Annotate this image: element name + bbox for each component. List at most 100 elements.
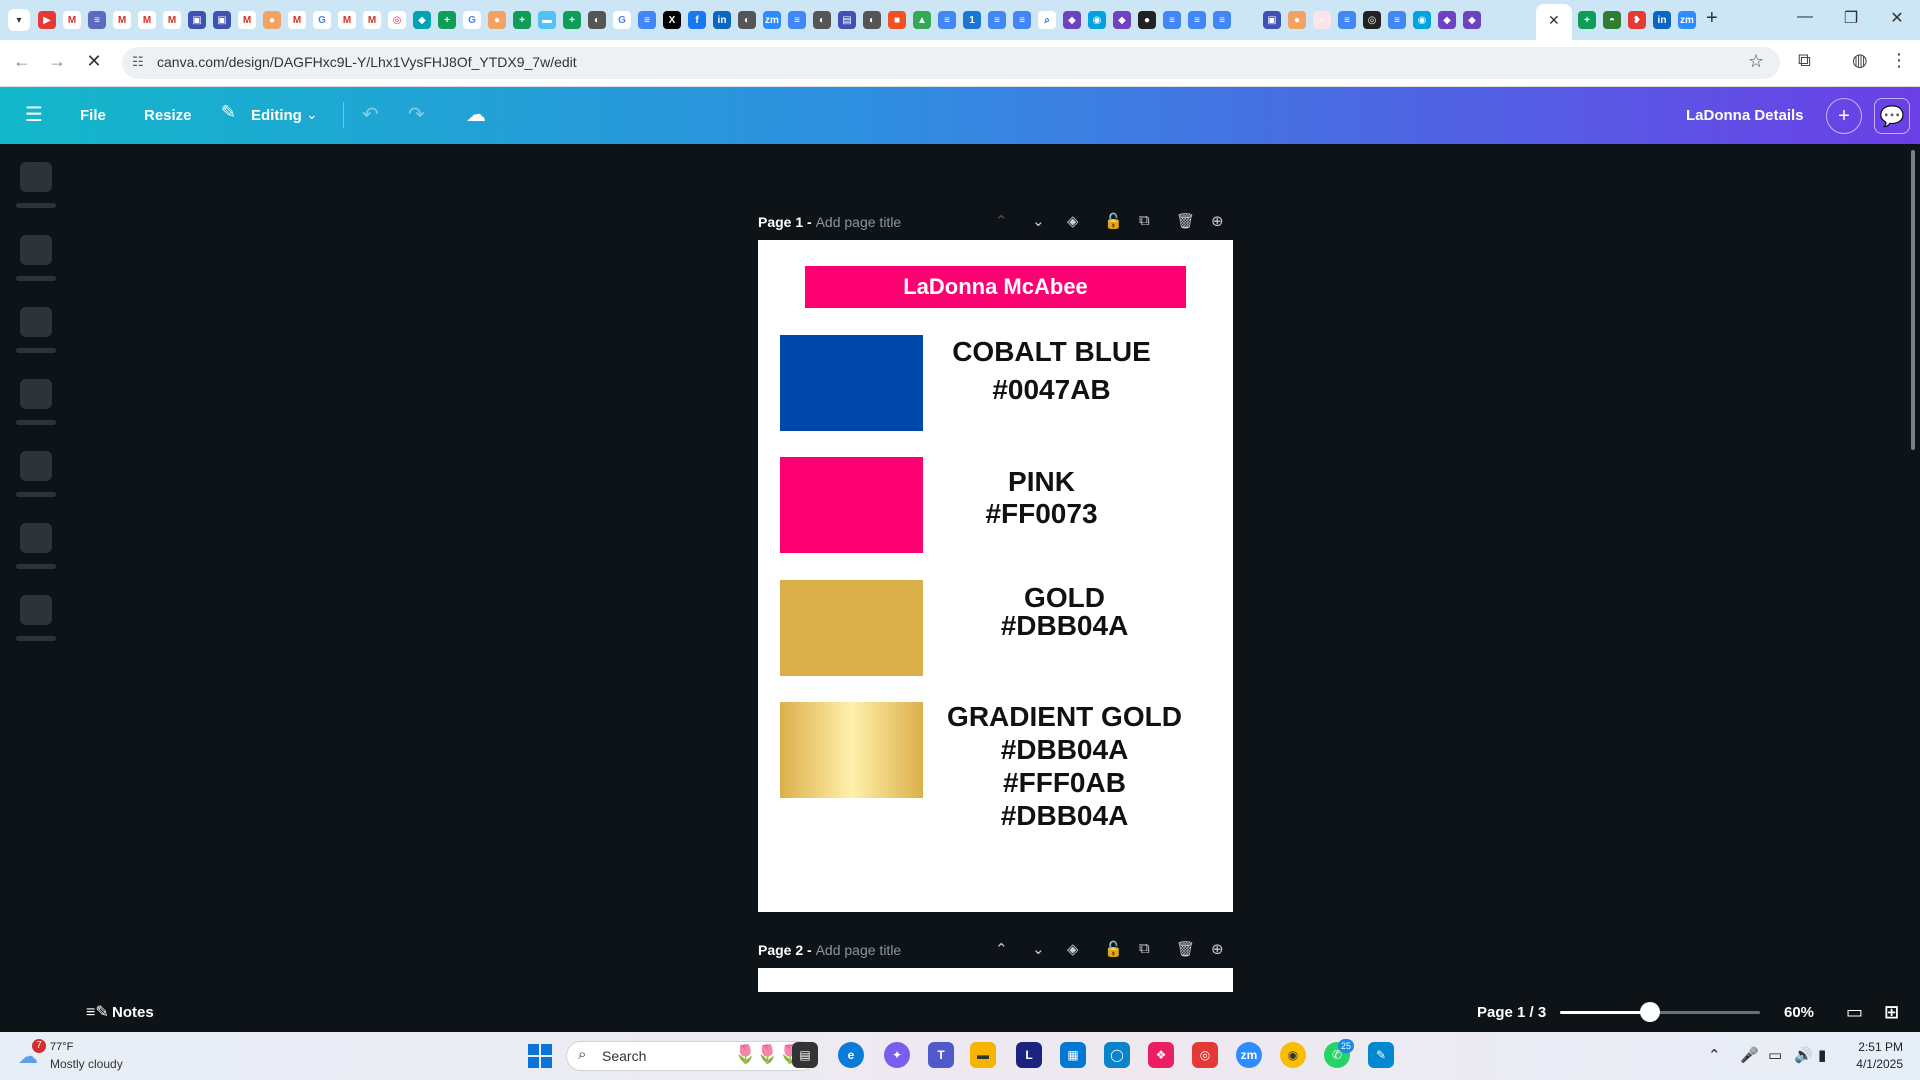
zoom-tab-icon[interactable]: zm: [763, 11, 781, 29]
cobalt-blue-hex[interactable]: #0047AB: [930, 374, 1173, 406]
browser-menu-icon[interactable]: ⋮: [1890, 50, 1908, 71]
store-icon[interactable]: ▦: [1060, 1042, 1086, 1068]
docs-tab-icon[interactable]: ≡: [938, 11, 956, 29]
gradient-gold-hex-2[interactable]: #FFF0AB: [943, 767, 1186, 799]
app-tab-icon[interactable]: ▤: [838, 11, 856, 29]
undo-icon[interactable]: ↶: [362, 102, 379, 127]
sheets-tab-icon[interactable]: +: [438, 11, 456, 29]
notes-icon[interactable]: ≡✎: [86, 1002, 109, 1022]
document-title[interactable]: LaDonna Details: [1686, 107, 1804, 124]
pages-grid-icon[interactable]: ⊞: [1884, 1002, 1899, 1023]
close-window-button[interactable]: ✕: [1882, 8, 1912, 28]
file-menu[interactable]: File: [80, 107, 106, 124]
delete-page-icon[interactable]: 🗑: [1176, 940, 1195, 958]
hide-page-icon[interactable]: ◈: [1067, 212, 1079, 230]
forms-tab-icon[interactable]: ≡: [88, 11, 106, 29]
docs-tab-icon[interactable]: ≡: [1213, 11, 1231, 29]
move-page-up-icon[interactable]: ⌃: [995, 212, 1008, 230]
teams-icon[interactable]: T: [928, 1042, 954, 1068]
drive-tab-icon[interactable]: ▲: [913, 11, 931, 29]
pink-name[interactable]: PINK: [920, 466, 1163, 498]
app-tab-icon[interactable]: ◉: [1413, 11, 1431, 29]
lock-page-icon[interactable]: 🔓: [1104, 212, 1123, 230]
microsoft-tab-icon[interactable]: ■: [888, 11, 906, 29]
pink-swatch[interactable]: [780, 457, 923, 553]
app-tab-icon[interactable]: ●: [1138, 11, 1156, 29]
youtube-tab-icon[interactable]: ▶: [38, 11, 56, 29]
forward-icon[interactable]: →: [45, 51, 69, 72]
battery-icon[interactable]: ▮: [1818, 1046, 1826, 1064]
zoom-slider-handle[interactable]: [1640, 1002, 1660, 1022]
docs-tab-icon[interactable]: ≡: [1388, 11, 1406, 29]
gradient-gold-swatch[interactable]: [780, 702, 923, 798]
volume-icon[interactable]: 🔊: [1794, 1046, 1813, 1064]
chevron-down-icon[interactable]: ⌄: [306, 106, 318, 123]
gmail-tab-icon[interactable]: M: [363, 11, 381, 29]
app-tab-icon[interactable]: 1: [963, 11, 981, 29]
docs-tab-icon[interactable]: ≡: [638, 11, 656, 29]
app-tab-icon[interactable]: ●: [488, 11, 506, 29]
app-tab-icon[interactable]: ◉: [1088, 11, 1106, 29]
main-menu-icon[interactable]: ☰: [25, 102, 43, 127]
gold-swatch[interactable]: [780, 580, 923, 676]
app-icon[interactable]: ✎: [1368, 1042, 1394, 1068]
app-tab-icon[interactable]: ○: [1313, 11, 1331, 29]
app-tab-icon[interactable]: ◐: [738, 11, 756, 29]
gradient-gold-hex-3[interactable]: #DBB04A: [943, 800, 1186, 832]
zoom-tab-icon[interactable]: zm: [1678, 11, 1696, 29]
notes-button[interactable]: Notes: [112, 1004, 154, 1021]
app-tab-icon[interactable]: ◆: [1438, 11, 1456, 29]
linkedin-tab-icon[interactable]: in: [713, 11, 731, 29]
cloud-save-icon[interactable]: ☁: [466, 102, 486, 127]
app-tab-icon[interactable]: ●: [1288, 11, 1306, 29]
name-banner[interactable]: LaDonna McAbee: [805, 266, 1186, 308]
app-tab-icon[interactable]: ◐: [863, 11, 881, 29]
google-tab-icon[interactable]: G: [463, 11, 481, 29]
comment-icon[interactable]: 💬: [1874, 98, 1910, 134]
gradient-gold-hex-1[interactable]: #DBB04A: [943, 734, 1186, 766]
weather-desc[interactable]: Mostly cloudy: [50, 1057, 123, 1071]
docs-tab-icon[interactable]: ≡: [1163, 11, 1181, 29]
search-label[interactable]: Search: [602, 1048, 646, 1064]
app-tab-icon[interactable]: ◓: [1603, 11, 1621, 29]
search-tab-icon[interactable]: ⌕: [1038, 11, 1056, 29]
gmail-tab-icon[interactable]: M: [338, 11, 356, 29]
app-icon[interactable]: ◎: [1192, 1042, 1218, 1068]
page-1-title-input[interactable]: Add page title: [816, 214, 902, 230]
app-l-icon[interactable]: L: [1016, 1042, 1042, 1068]
gmail-tab-icon[interactable]: M: [163, 11, 181, 29]
app-tab-icon[interactable]: ◎: [1363, 11, 1381, 29]
zoom-level[interactable]: 60%: [1784, 1004, 1814, 1021]
design-page-2[interactable]: [758, 968, 1233, 992]
clock-time[interactable]: 2:51 PM: [1853, 1040, 1903, 1054]
move-page-down-icon[interactable]: ⌄: [1032, 940, 1045, 958]
redo-icon[interactable]: ↷: [408, 102, 425, 127]
page-indicator[interactable]: Page 1 / 3: [1477, 1004, 1546, 1021]
gmail-tab-icon[interactable]: M: [63, 11, 81, 29]
bookmark-star-icon[interactable]: ☆: [1748, 51, 1764, 72]
app-tab-icon[interactable]: ◆: [1463, 11, 1481, 29]
app-tab-icon[interactable]: ◆: [1113, 11, 1131, 29]
app-tab-icon[interactable]: ◎: [388, 11, 406, 29]
app-tab-icon[interactable]: ●: [263, 11, 281, 29]
app-tab-icon[interactable]: ◐: [588, 11, 606, 29]
tab-search-button[interactable]: ▾: [8, 9, 30, 31]
app-tab-icon[interactable]: ▣: [213, 11, 231, 29]
microphone-icon[interactable]: 🎤: [1740, 1046, 1759, 1064]
grid-view-icon[interactable]: ▭: [1846, 1002, 1863, 1023]
zoom-app-icon[interactable]: zm: [1236, 1042, 1262, 1068]
docs-tab-icon[interactable]: ≡: [1188, 11, 1206, 29]
app-tab-icon[interactable]: ❥: [1628, 11, 1646, 29]
site-info-icon[interactable]: ☷: [132, 54, 144, 70]
google-tab-icon[interactable]: G: [613, 11, 631, 29]
weather-temp[interactable]: 77°F: [50, 1041, 73, 1053]
task-view-icon[interactable]: ▤: [792, 1042, 818, 1068]
page-2-title-input[interactable]: Add page title: [816, 942, 902, 958]
file-explorer-icon[interactable]: ▬: [970, 1042, 996, 1068]
sheets-tab-icon[interactable]: +: [563, 11, 581, 29]
extensions-icon[interactable]: ⧉: [1798, 50, 1811, 71]
resize-button[interactable]: Resize: [144, 107, 192, 124]
google-tab-icon[interactable]: G: [313, 11, 331, 29]
display-icon[interactable]: ▭: [1768, 1046, 1782, 1064]
docs-tab-icon[interactable]: ≡: [1338, 11, 1356, 29]
